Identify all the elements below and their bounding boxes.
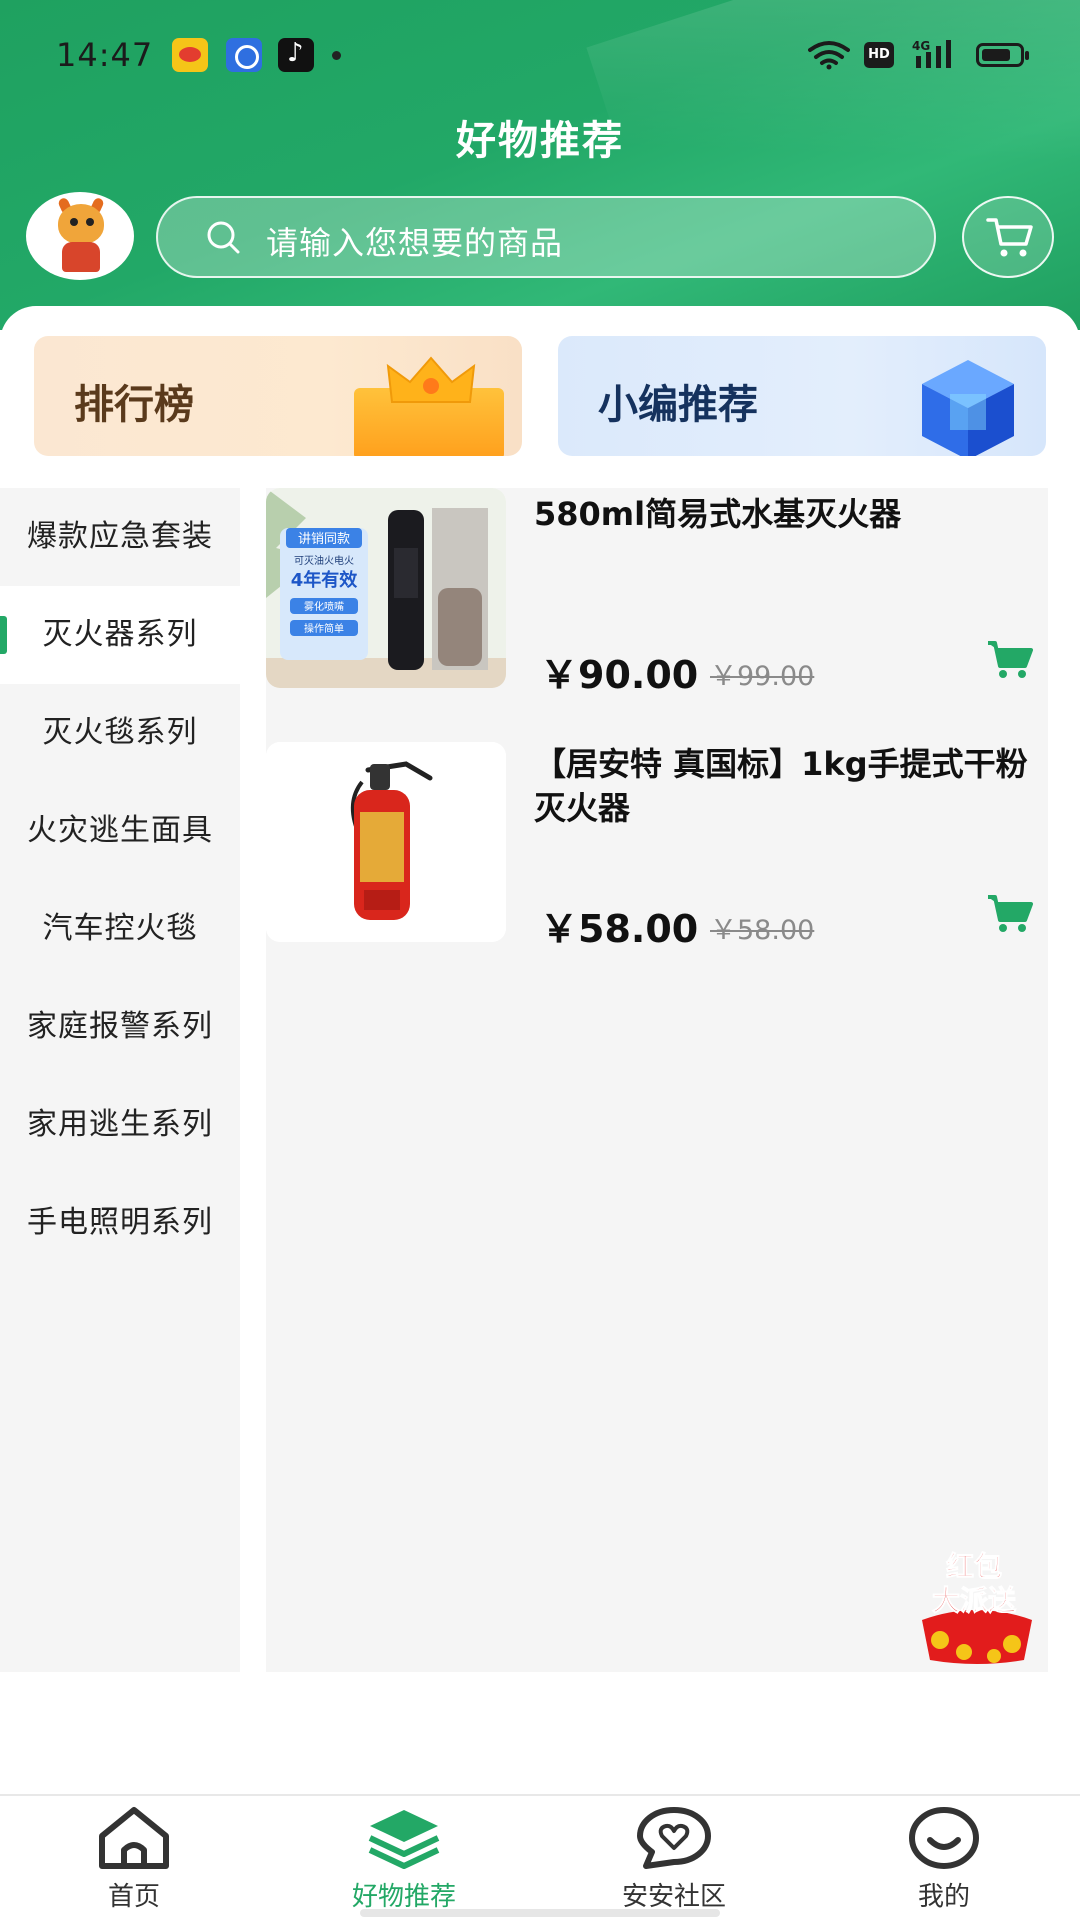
crown-icon: [386, 356, 476, 403]
tab-recommend-label: 好物推荐: [351, 1882, 456, 1912]
product-old-price: ￥58.00: [710, 915, 815, 946]
avatar-head: [58, 204, 104, 244]
badge-same-style: 讲销同款: [298, 532, 350, 547]
home-indicator: [360, 1909, 720, 1917]
smile-icon: [909, 1807, 979, 1869]
water-extinguisher-photo: 讲销同款 可灭油火电火 4年有效 雾化喷嘴 操作简单: [266, 488, 506, 688]
tab-profile[interactable]: 我的: [844, 1796, 1044, 1920]
cube-icon: [922, 360, 1014, 456]
product-old-price: ￥99.00: [710, 661, 815, 692]
product-image[interactable]: 讲销同款 可灭油火电火 4年有效 雾化喷嘴 操作简单: [266, 488, 506, 688]
add-to-cart-icon[interactable]: [986, 640, 1034, 680]
badge-nozzle: 雾化喷嘴: [304, 600, 344, 613]
tab-home[interactable]: 首页: [34, 1796, 234, 1920]
red-packet-promo[interactable]: 红包 大派送: [912, 1540, 1042, 1666]
tab-home-label: 首页: [107, 1882, 160, 1912]
product-price: ￥58.00: [540, 907, 699, 951]
category-item-fire-blanket[interactable]: 灭火毯系列: [0, 684, 240, 782]
product-title[interactable]: 【居安特 真国标】1kg手提式干粉灭火器: [534, 742, 1034, 830]
ranking-banner-label: 排行榜: [74, 382, 194, 428]
promo-line1: 红包: [946, 1550, 1002, 1583]
avatar-body: [62, 242, 100, 272]
badge-oil-electric: 可灭油火电火: [294, 554, 354, 567]
home-icon: [99, 1807, 169, 1869]
weibo-icon: [172, 38, 208, 72]
avatar-eye-left: [70, 218, 78, 226]
category-sidebar: 爆款应急套装 灭火器系列 灭火毯系列 火灾逃生面具 汽车控火毯 家庭报警系列 家…: [0, 488, 240, 1672]
search-placeholder: 请输入您想要的商品: [266, 224, 564, 262]
status-bar: 14:47 HD 4G: [0, 0, 1080, 110]
cart-button[interactable]: [962, 196, 1054, 278]
tiktok-icon: [278, 38, 314, 72]
badge-easy: 操作简单: [304, 622, 344, 635]
category-item-home-alarm[interactable]: 家庭报警系列: [0, 978, 240, 1076]
bottom-tab-bar: 首页 好物推荐 安安社区 我的: [0, 1794, 1080, 1920]
avatar-eye-right: [86, 218, 94, 226]
editor-pick-banner[interactable]: 小编推荐: [558, 336, 1046, 456]
status-time: 14:47: [56, 36, 154, 74]
category-item-hot-kit[interactable]: 爆款应急套装: [0, 488, 240, 586]
layers-icon: [368, 1810, 440, 1869]
hd-icon: HD: [864, 42, 894, 68]
battery-icon: [976, 43, 1029, 67]
category-item-car-blanket[interactable]: 汽车控火毯: [0, 880, 240, 978]
powder-extinguisher-photo: [266, 742, 506, 942]
tab-profile-label: 我的: [917, 1882, 970, 1912]
product-image[interactable]: [266, 742, 506, 942]
category-item-flashlight[interactable]: 手电照明系列: [0, 1174, 240, 1272]
product-price: ￥90.00: [540, 653, 699, 697]
product-list: 讲销同款 可灭油火电火 4年有效 雾化喷嘴 操作简单 580ml简易式水基灭火器…: [266, 488, 1048, 1672]
search-input[interactable]: 请输入您想要的商品: [156, 196, 936, 278]
product-title[interactable]: 580ml简易式水基灭火器: [534, 492, 1034, 536]
page-title: 好物推荐: [456, 118, 624, 164]
ranking-banner[interactable]: 排行榜: [34, 336, 522, 456]
category-item-extinguisher[interactable]: 灭火器系列: [0, 586, 240, 684]
tab-community[interactable]: 安安社区: [574, 1796, 774, 1920]
wifi-icon: [808, 41, 850, 70]
signal-icon: 4G: [912, 39, 951, 68]
search-icon: [207, 221, 240, 254]
network-type: 4G: [912, 39, 930, 53]
avatar[interactable]: [26, 192, 134, 280]
cart-icon: [986, 218, 1033, 257]
badge-four-years: 4年有效: [291, 569, 359, 591]
editor-pick-banner-label: 小编推荐: [598, 382, 758, 428]
category-item-home-escape[interactable]: 家用逃生系列: [0, 1076, 240, 1174]
chat-heart-icon: [637, 1807, 711, 1869]
tab-recommend[interactable]: 好物推荐: [304, 1796, 504, 1920]
tab-community-label: 安安社区: [621, 1882, 726, 1912]
category-item-escape-mask[interactable]: 火灾逃生面具: [0, 782, 240, 880]
promo-line2: 大派送: [932, 1584, 1016, 1617]
notification-dot-icon: [332, 51, 341, 60]
baidu-icon: [226, 38, 262, 72]
add-to-cart-icon[interactable]: [986, 894, 1034, 934]
